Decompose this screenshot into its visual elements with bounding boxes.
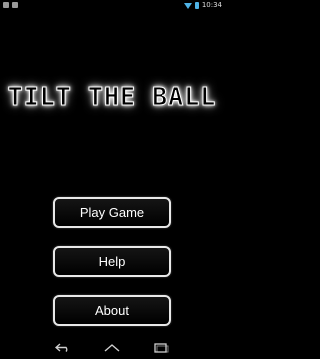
game-title: TILT THE BALL (7, 82, 217, 112)
notification-icon (3, 2, 9, 8)
notification-icon (12, 2, 18, 8)
system-indicators: 10:34 (183, 1, 222, 10)
recents-icon (154, 343, 169, 353)
back-icon (55, 343, 68, 352)
about-button[interactable]: About (53, 295, 171, 326)
recents-button[interactable] (150, 341, 172, 355)
wifi-icon (183, 2, 192, 9)
home-icon (104, 344, 120, 352)
navigation-bar (0, 337, 224, 359)
back-button[interactable] (52, 341, 74, 355)
game-main-menu: 10:34 TILT THE BALL Play Game Help About (0, 0, 224, 359)
battery-icon (194, 2, 199, 9)
status-clock: 10:34 (201, 1, 222, 9)
play-game-button[interactable]: Play Game (53, 197, 171, 228)
status-bar: 10:34 (0, 0, 224, 11)
help-button[interactable]: Help (53, 246, 171, 277)
notification-area (3, 2, 18, 8)
home-button[interactable] (101, 341, 123, 355)
